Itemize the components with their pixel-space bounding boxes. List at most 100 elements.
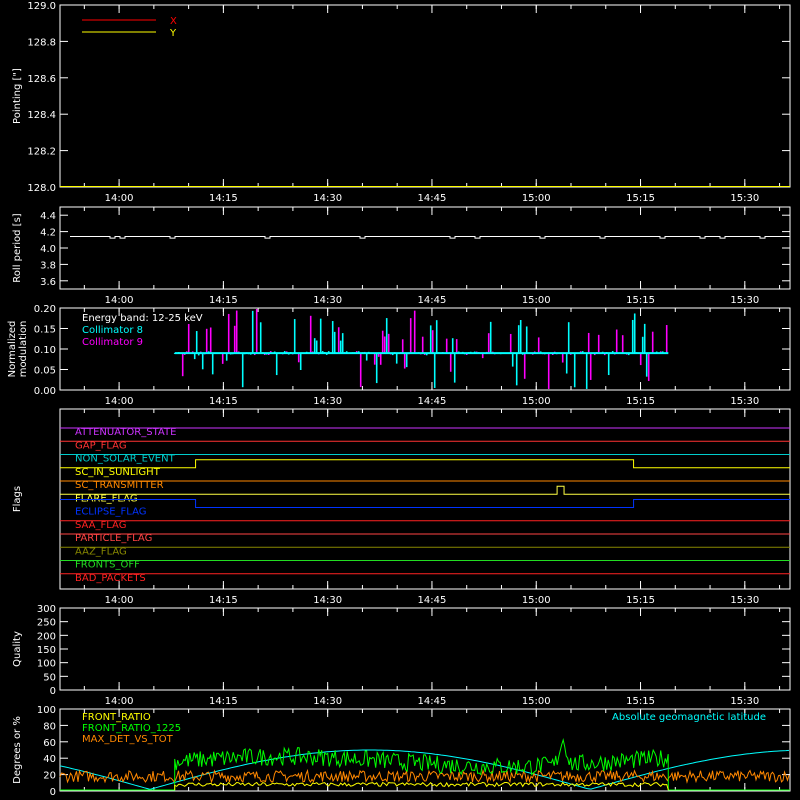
- x-tick-label: 14:15: [209, 193, 238, 204]
- y-tick-label: 100: [37, 705, 56, 716]
- y-tick-label: 20: [43, 771, 56, 782]
- x-tick-label: 14:45: [418, 595, 447, 606]
- x-tick-label: 15:30: [730, 696, 759, 707]
- x-tick-label: 15:15: [626, 295, 655, 306]
- y-tick-label: 129.0: [27, 1, 56, 12]
- flag-label: PARTICLE_FLAG: [75, 533, 152, 544]
- x-tick-label: 14:00: [105, 595, 134, 606]
- x-tick-label: 14:45: [418, 193, 447, 204]
- x-tick-label: 14:15: [209, 295, 238, 306]
- legend-title: Energy band: 12-25 keV: [82, 313, 203, 324]
- legend-label: Collimator 8: [82, 325, 143, 336]
- flag-label: FRONTS_OFF: [75, 560, 140, 571]
- flag-label: NON_SOLAR_EVENT: [75, 454, 176, 465]
- y-tick-label: 128.8: [27, 37, 56, 48]
- legend-label: MAX_DET_VS_TOT: [82, 734, 174, 745]
- y-tick-label: 0.15: [34, 325, 56, 336]
- x-tick-label: 15:15: [626, 396, 655, 407]
- y-tick-label: 0.10: [34, 345, 56, 356]
- y-tick-label: 128.0: [27, 183, 56, 194]
- x-tick-label: 14:45: [418, 396, 447, 407]
- y-tick-label: 60: [43, 738, 56, 749]
- pointing-panel: 14:00 14:15 14:30 14:45 15:00 15:15 15:30 129.0…: [12, 1, 791, 204]
- plot-frame: [59, 206, 791, 290]
- flag-line: [60, 485, 790, 495]
- x-tick-label: 15:00: [522, 193, 551, 204]
- flag-label: AAZ_FLAG: [75, 546, 127, 557]
- x-tick-label: 14:45: [418, 295, 447, 306]
- x-tick-label: 14:45: [418, 696, 447, 707]
- y-axis-label: Quality: [12, 631, 23, 667]
- legend-label: X: [170, 16, 177, 27]
- flag-label: SAA_FLAG: [75, 520, 126, 531]
- geomagnetic-latitude-line: [59, 749, 790, 790]
- roll-period-panel: 14:00 14:15 14:30 14:45 15:00 15:15 15:30 4.4 4.…: [12, 206, 791, 306]
- flag-label: SC_IN_SUNLIGHT: [75, 467, 161, 478]
- modulation-panel: 14:00 14:15 14:30 14:45 15:00 15:15 15:30 0.20 0…: [7, 304, 791, 407]
- y-tick-label: 0: [50, 787, 56, 798]
- y-tick-label: 4.4: [40, 211, 56, 222]
- max-det-vs-tot-line: [59, 768, 790, 784]
- y-tick-label: 250: [37, 618, 56, 629]
- y-tick-label: 4.0: [40, 244, 56, 255]
- quality-panel: 14:00 14:15 14:30 14:45 15:00 15:15 15:30 300 25…: [12, 604, 791, 707]
- y-axis-label: Roll period [s]: [12, 213, 23, 282]
- legend-label: Absolute geomagnetic latitude: [612, 712, 766, 723]
- front-ratio-line: [174, 781, 669, 791]
- x-tick-label: 14:00: [105, 193, 134, 204]
- x-tick-label: 14:15: [209, 696, 238, 707]
- telemetry-chart: 14:00 14:15 14:30 14:45 15:00 15:15 15:30 129.0…: [7, 1, 791, 798]
- y-tick-label: 3.8: [40, 260, 56, 271]
- y-tick-label: 128.6: [27, 74, 56, 85]
- x-tick-label: 14:30: [313, 696, 342, 707]
- x-tick-label: 14:30: [313, 193, 342, 204]
- front-ratio-1225-line: [60, 737, 790, 791]
- flag-line: [60, 499, 790, 508]
- legend-label: Collimator 9: [82, 337, 143, 348]
- x-tick-label: 15:00: [522, 595, 551, 606]
- flag-label: GAP_FLAG: [75, 440, 127, 451]
- y-axis-label: Flags: [12, 486, 23, 512]
- y-tick-label: 0.20: [34, 304, 56, 315]
- y-axis-label: Degrees or %: [12, 716, 23, 784]
- x-tick-label: 14:30: [313, 595, 342, 606]
- y-tick-label: 0: [50, 686, 56, 697]
- flag-label: ECLIPSE_FLAG: [75, 507, 146, 518]
- x-tick-label: 15:15: [626, 595, 655, 606]
- y-tick-label: 0.05: [34, 366, 56, 377]
- x-tick-label: 14:00: [105, 396, 134, 407]
- flag-label: FLARE_FLAG: [75, 493, 138, 504]
- y-tick-label: 0.00: [34, 386, 56, 397]
- x-tick-label: 14:15: [209, 595, 238, 606]
- x-tick-label: 14:15: [209, 396, 238, 407]
- y-tick-label: 4.2: [40, 228, 56, 239]
- flag-label: SC_TRANSMITTER: [75, 480, 164, 491]
- y-tick-label: 200: [37, 631, 56, 642]
- x-tick-label: 15:00: [522, 696, 551, 707]
- plot-frame: [59, 607, 791, 691]
- x-tick-label: 15:00: [522, 295, 551, 306]
- x-tick-label: 14:30: [313, 396, 342, 407]
- legend-label: Y: [169, 28, 177, 39]
- roll-period-series-line: [70, 236, 790, 239]
- y-tick-label: 128.4: [27, 110, 56, 121]
- y-tick-label: 300: [37, 604, 56, 615]
- ratios-panel: 100 80 60 40 20 0 Degrees or % FRONT_RATIOFRONT…: [12, 705, 791, 798]
- y-tick-label: 3.6: [40, 277, 56, 288]
- x-tick-label: 15:30: [730, 595, 759, 606]
- flags-panel: 14:00 14:15 14:30 14:45 15:00 15:15 15:30 Flags…: [12, 408, 791, 606]
- y-tick-label: 100: [37, 659, 56, 670]
- x-tick-label: 15:30: [730, 295, 759, 306]
- y-axis-label: modulation: [18, 321, 29, 378]
- x-tick-label: 15:30: [730, 396, 759, 407]
- y-axis-label: Pointing ["]: [12, 68, 23, 124]
- y-tick-label: 80: [43, 721, 56, 732]
- legend-label: FRONT_RATIO_1225: [82, 723, 181, 734]
- x-tick-label: 15:15: [626, 193, 655, 204]
- legend-label: FRONT_RATIO: [82, 712, 151, 723]
- y-axis-label: Normalized: [7, 321, 18, 378]
- y-tick-label: 40: [43, 754, 56, 765]
- x-tick-label: 15:15: [626, 696, 655, 707]
- flag-label: BAD_PACKETS: [75, 573, 146, 584]
- x-tick-label: 15:30: [730, 193, 759, 204]
